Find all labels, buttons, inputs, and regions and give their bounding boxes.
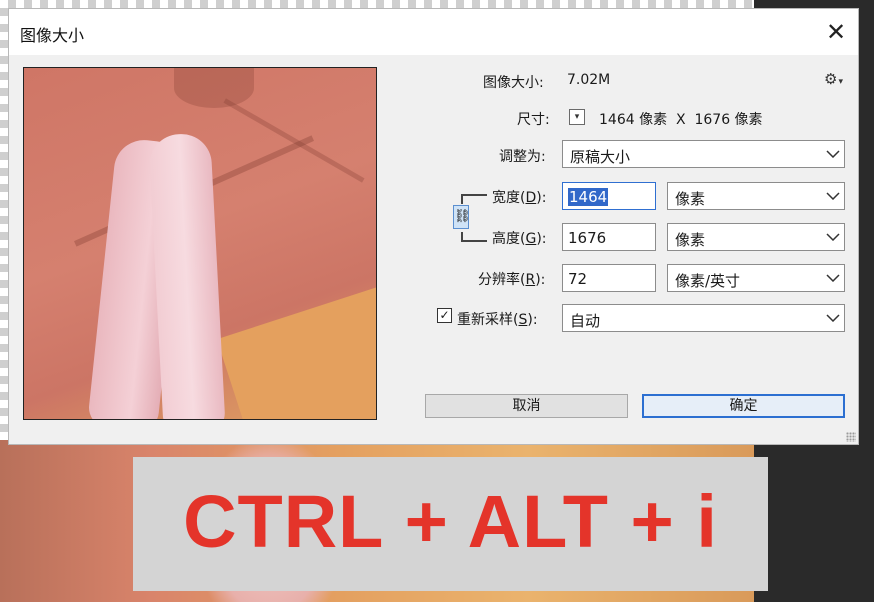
width-label: 宽度(D): bbox=[492, 190, 547, 206]
resample-value: 自动 bbox=[570, 312, 601, 330]
resample-select[interactable]: 自动 bbox=[562, 304, 845, 332]
chevron-down-icon bbox=[826, 150, 840, 158]
gear-icon[interactable]: ⚙▾ bbox=[824, 70, 843, 88]
height-label: 高度(G): bbox=[492, 231, 547, 247]
height-unit-select[interactable]: 像素 bbox=[667, 223, 845, 251]
resample-checkbox[interactable]: ✓ bbox=[437, 308, 452, 323]
width-unit-value: 像素 bbox=[675, 190, 706, 208]
chevron-down-icon bbox=[826, 192, 840, 200]
width-value: 1464 bbox=[568, 188, 609, 206]
ok-button[interactable]: 确定 bbox=[642, 394, 845, 418]
link-icon[interactable]: ⛓ bbox=[453, 205, 471, 229]
close-icon[interactable]: ✕ bbox=[818, 16, 854, 48]
fit-to-label: 调整为: bbox=[499, 149, 546, 165]
resample-label: 重新采样(S): bbox=[457, 312, 538, 328]
width-input[interactable]: 1464 bbox=[562, 182, 656, 210]
dimensions-label: 尺寸: bbox=[517, 112, 550, 128]
resolution-input[interactable]: 72 bbox=[562, 264, 656, 292]
resolution-unit-value: 像素/英寸 bbox=[675, 272, 741, 290]
constrain-bracket-top bbox=[461, 194, 487, 204]
fit-to-value: 原稿大小 bbox=[570, 148, 631, 166]
chevron-down-icon bbox=[826, 274, 840, 282]
fit-to-select[interactable]: 原稿大小 bbox=[562, 140, 845, 168]
dialog-title: 图像大小 bbox=[20, 26, 85, 45]
dimensions-unit-dropdown[interactable]: ▾ bbox=[569, 109, 585, 125]
chevron-down-icon bbox=[826, 233, 840, 241]
image-size-label: 图像大小: bbox=[483, 75, 544, 91]
resolution-value: 72 bbox=[568, 270, 588, 288]
image-preview[interactable] bbox=[23, 67, 377, 420]
image-size-dialog: 图像大小 ✕ 图像大小: 7.02M ⚙▾ 尺寸: ▾ 1464 像素 X 16… bbox=[8, 8, 859, 445]
resize-grip[interactable] bbox=[846, 432, 856, 442]
resolution-unit-select[interactable]: 像素/英寸 bbox=[667, 264, 845, 292]
constrain-bracket-bottom bbox=[461, 232, 487, 242]
resolution-label: 分辨率(R): bbox=[478, 272, 546, 288]
height-value: 1676 bbox=[568, 229, 607, 247]
image-size-value: 7.02M bbox=[567, 72, 611, 88]
cancel-button[interactable]: 取消 bbox=[425, 394, 628, 418]
chevron-down-icon bbox=[826, 314, 840, 322]
width-unit-select[interactable]: 像素 bbox=[667, 182, 845, 210]
height-input[interactable]: 1676 bbox=[562, 223, 656, 251]
height-unit-value: 像素 bbox=[675, 231, 706, 249]
shortcut-text: CTRL + ALT + i bbox=[183, 480, 718, 563]
dimensions-value: 1464 像素 X 1676 像素 bbox=[599, 112, 763, 128]
shortcut-banner: CTRL + ALT + i bbox=[133, 457, 768, 591]
dialog-titlebar: 图像大小 ✕ bbox=[9, 9, 858, 55]
